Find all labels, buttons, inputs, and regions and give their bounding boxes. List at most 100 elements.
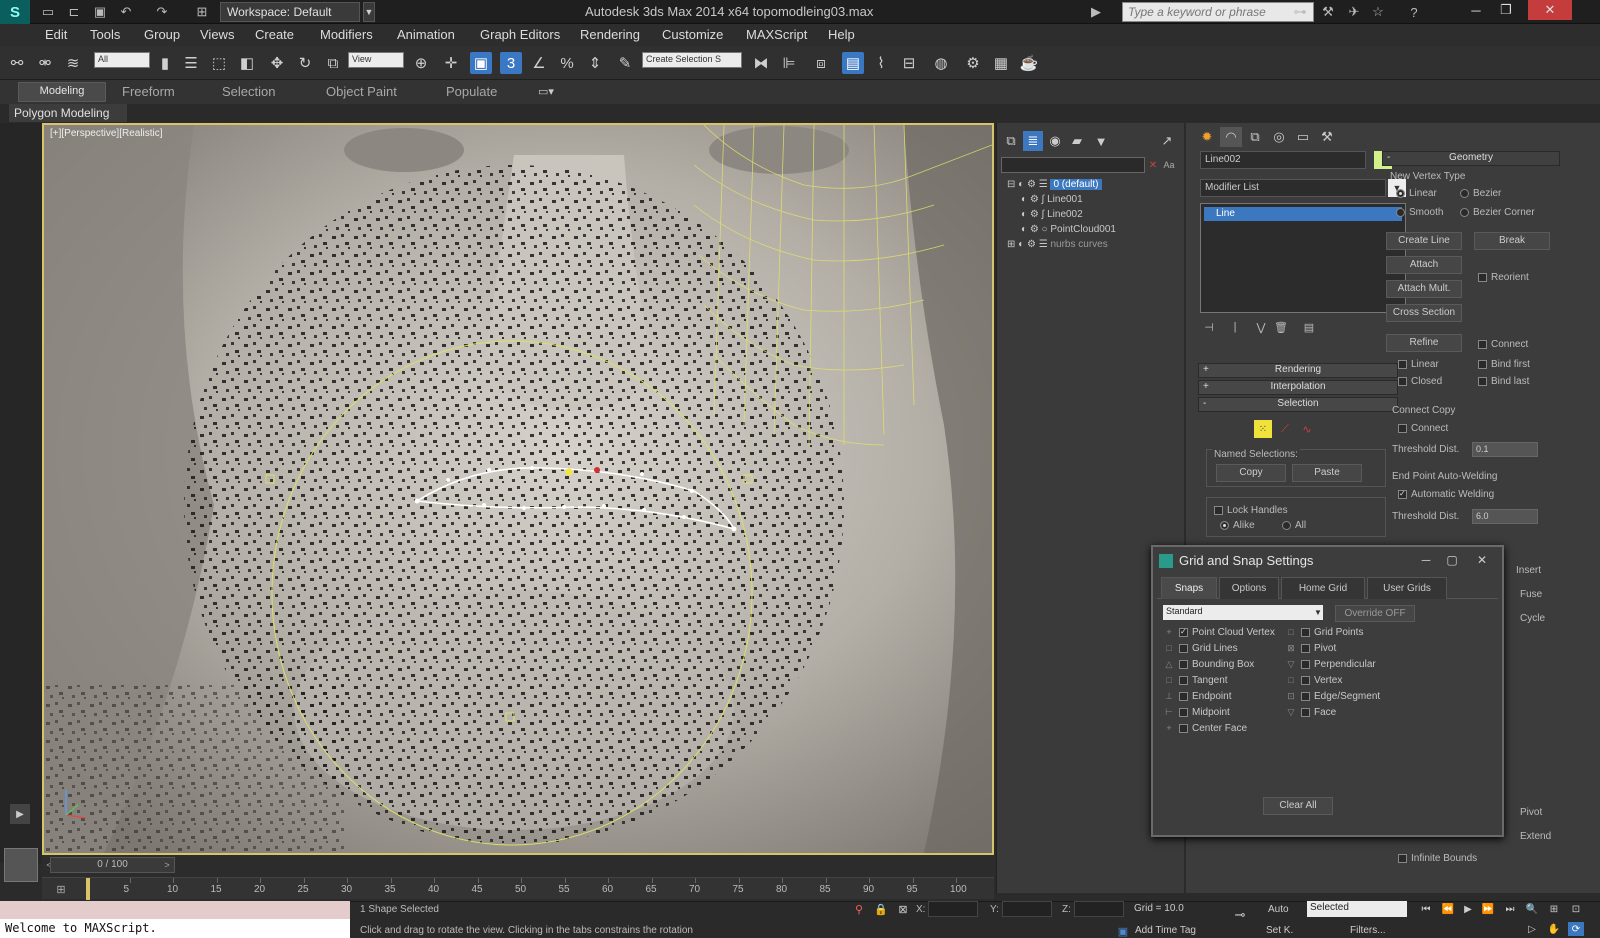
bezier-radio[interactable]: Bezier bbox=[1460, 188, 1501, 199]
bezier-corner-radio[interactable]: Bezier Corner bbox=[1460, 207, 1535, 218]
maxscript-listener[interactable]: Welcome to MAXScript. bbox=[0, 919, 350, 938]
field-of-view-icon[interactable]: ▷ bbox=[1524, 922, 1540, 936]
orbit-icon[interactable]: ⟳ bbox=[1568, 922, 1584, 936]
override-button[interactable]: Override OFF bbox=[1335, 605, 1415, 622]
communication-icon[interactable]: ✈ bbox=[1344, 3, 1364, 21]
schematic-view-icon[interactable]: ⊟ bbox=[898, 52, 920, 74]
reorient-checkbox[interactable]: Reorient bbox=[1478, 272, 1529, 283]
spinner-snap-icon[interactable]: ⇕ bbox=[584, 52, 606, 74]
redo-icon[interactable]: ↷ bbox=[152, 3, 172, 21]
pin-stack-icon[interactable]: ⊣ bbox=[1200, 319, 1218, 335]
zoom-extents-icon[interactable]: ⊡ bbox=[1568, 902, 1584, 916]
time-cursor[interactable] bbox=[86, 878, 90, 900]
select-and-manipulate-icon[interactable]: ✛ bbox=[440, 52, 462, 74]
material-editor-icon[interactable]: ◍ bbox=[930, 52, 952, 74]
copy-button[interactable]: Copy bbox=[1216, 464, 1286, 482]
menu-modifiers[interactable]: Modifiers bbox=[320, 27, 373, 42]
display-panel-icon[interactable]: ▭ bbox=[1292, 127, 1314, 147]
refine-button[interactable]: Refine bbox=[1386, 334, 1462, 352]
viewport-thumbnail[interactable] bbox=[4, 848, 38, 882]
dialog-minimize-button[interactable]: ─ bbox=[1415, 551, 1437, 569]
rollout-interpolation[interactable]: + Interpolation bbox=[1198, 380, 1398, 395]
tree-item-line002[interactable]: ◐ ⚙ ∫ Line002 bbox=[1021, 209, 1083, 224]
menu-rendering[interactable]: Rendering bbox=[580, 27, 640, 42]
snap-bounding-box[interactable]: △ Bounding Box bbox=[1163, 659, 1255, 675]
menu-group[interactable]: Group bbox=[144, 27, 180, 42]
play-icon[interactable]: ▶ bbox=[10, 804, 30, 824]
tab-object-paint[interactable]: Object Paint bbox=[326, 84, 397, 99]
key-icon[interactable]: ⊸ bbox=[1228, 907, 1252, 922]
app-menu-icon[interactable]: S bbox=[0, 0, 30, 24]
make-unique-icon[interactable]: ⋁ bbox=[1252, 319, 1270, 335]
time-next-icon[interactable]: > bbox=[162, 857, 172, 873]
rollout-selection[interactable]: - Selection bbox=[1198, 397, 1398, 412]
key-filters-button[interactable]: Filters... bbox=[1350, 925, 1386, 936]
snap-preset-arrow-icon[interactable]: ▼ bbox=[1313, 605, 1323, 620]
vertex-subobject-icon[interactable]: ⁙ bbox=[1254, 420, 1272, 438]
bind-last-checkbox[interactable]: Bind last bbox=[1478, 376, 1529, 387]
percent-snap-icon[interactable]: % bbox=[556, 52, 578, 74]
snap-vertex[interactable]: □ Vertex bbox=[1285, 675, 1342, 691]
snap-center-face[interactable]: + Center Face bbox=[1163, 723, 1247, 739]
save-file-icon[interactable]: ▣ bbox=[90, 3, 110, 21]
lock-handles-checkbox[interactable]: Lock Handles bbox=[1214, 505, 1288, 516]
mirror-icon[interactable]: ⧓ bbox=[750, 52, 772, 74]
tab-snaps[interactable]: Snaps bbox=[1161, 577, 1217, 599]
search-input[interactable]: Type a keyword or phrase bbox=[1122, 2, 1314, 22]
infinite-bounds-checkbox[interactable]: Infinite Bounds bbox=[1398, 853, 1477, 864]
remove-modifier-icon[interactable]: 🗑 bbox=[1272, 319, 1290, 335]
tab-home-grid[interactable]: Home Grid bbox=[1281, 577, 1365, 599]
select-and-move-icon[interactable]: ✥ bbox=[266, 52, 288, 74]
undo-icon[interactable]: ↶ bbox=[116, 3, 136, 21]
snaps-toggle-icon[interactable]: 3 bbox=[500, 52, 522, 74]
named-selection-select[interactable]: Create Selection S bbox=[642, 52, 742, 68]
layer-manager-icon[interactable]: ⧈ bbox=[810, 52, 832, 74]
configure-modifier-sets-icon[interactable]: ▤ bbox=[1300, 319, 1318, 335]
tree-item-pointcloud001[interactable]: ◐ ⚙ ○ PointCloud001 bbox=[1021, 224, 1116, 239]
fuse-button[interactable]: Fuse bbox=[1520, 589, 1542, 600]
close-button[interactable]: ✕ bbox=[1528, 0, 1572, 20]
attach-button[interactable]: Attach bbox=[1386, 256, 1462, 274]
menu-help[interactable]: Help bbox=[828, 27, 855, 42]
menu-views[interactable]: Views bbox=[200, 27, 234, 42]
help-icon[interactable]: ? bbox=[1404, 3, 1424, 21]
align-icon[interactable]: ⊫ bbox=[778, 52, 800, 74]
bind-first-checkbox[interactable]: Bind first bbox=[1478, 359, 1530, 370]
hierarchy-icon[interactable]: ⧉ bbox=[1001, 131, 1021, 151]
favorites-icon[interactable]: ☆ bbox=[1368, 3, 1388, 21]
snap-pivot[interactable]: ⊠ Pivot bbox=[1285, 643, 1336, 659]
binoculars-icon[interactable]: ⊶ bbox=[1290, 3, 1310, 21]
unlink-icon[interactable]: ⚮ bbox=[34, 52, 56, 74]
snap-point-cloud-vertex[interactable]: + Point Cloud Vertex bbox=[1163, 627, 1274, 643]
bind-space-warp-icon[interactable]: ≋ bbox=[62, 52, 84, 74]
snap-tangent[interactable]: □ Tangent bbox=[1163, 675, 1227, 691]
clear-search-icon[interactable]: ✕ bbox=[1147, 158, 1159, 172]
maxscript-mini-listener-top[interactable] bbox=[0, 901, 350, 919]
timeline-mini-curve-icon[interactable]: ⊞ bbox=[50, 880, 72, 898]
selection-filter-select[interactable]: All bbox=[94, 52, 150, 68]
tab-freeform[interactable]: Freeform bbox=[122, 84, 175, 99]
threshold-dist-spinner-1[interactable]: 0.1 bbox=[1472, 442, 1538, 457]
extend-button[interactable]: Extend bbox=[1520, 831, 1551, 842]
closed-checkbox[interactable]: Closed bbox=[1398, 376, 1442, 387]
minimize-button[interactable]: ─ bbox=[1462, 0, 1490, 20]
case-sensitive-icon[interactable]: Aa bbox=[1161, 158, 1177, 172]
connect-checkbox[interactable]: Connect bbox=[1478, 339, 1528, 350]
rollout-rendering[interactable]: + Rendering bbox=[1198, 363, 1398, 378]
select-object-icon[interactable]: ▮ bbox=[154, 52, 176, 74]
select-and-link-icon[interactable]: ⚯ bbox=[6, 52, 28, 74]
threshold-dist-spinner-2[interactable]: 6.0 bbox=[1472, 509, 1538, 524]
zoom-icon[interactable]: 🔍 bbox=[1524, 902, 1540, 916]
selected-vertex-yellow[interactable] bbox=[565, 468, 573, 476]
modifier-list-dropdown[interactable]: Modifier List bbox=[1200, 179, 1386, 197]
snap-edge-segment[interactable]: ⊡ Edge/Segment bbox=[1285, 691, 1380, 707]
selection-region-icon[interactable]: ⬚ bbox=[208, 52, 230, 74]
linear-radio[interactable]: Linear bbox=[1396, 188, 1437, 199]
maximize-button[interactable]: ❐ bbox=[1492, 0, 1520, 20]
snap-grid-points[interactable]: □ Grid Points bbox=[1285, 627, 1363, 643]
time-tag-icon[interactable]: ▣ bbox=[1116, 924, 1130, 938]
angle-snap-icon[interactable]: ∠ bbox=[528, 52, 550, 74]
stack-item-line[interactable]: Line bbox=[1204, 207, 1402, 221]
zoom-all-icon[interactable]: ⊞ bbox=[1546, 902, 1562, 916]
reference-coordinate-select[interactable]: View bbox=[348, 52, 404, 68]
